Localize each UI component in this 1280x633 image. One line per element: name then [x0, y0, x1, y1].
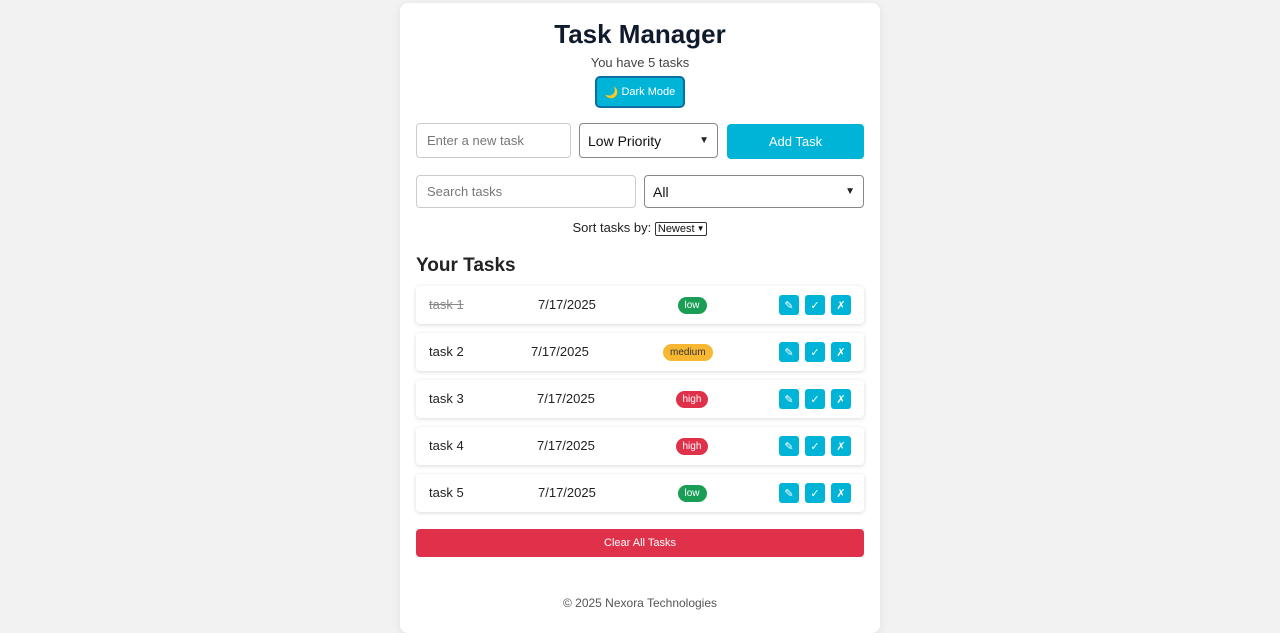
edit-button[interactable]: ✎: [779, 436, 799, 456]
status-filter-select[interactable]: All ▼: [644, 175, 864, 208]
complete-button[interactable]: ✓: [805, 342, 825, 362]
sort-label: Sort tasks by:: [572, 220, 652, 235]
add-task-button[interactable]: Add Task: [727, 124, 864, 159]
clear-all-button[interactable]: Clear All Tasks: [416, 529, 864, 557]
complete-button[interactable]: ✓: [805, 483, 825, 503]
task-actions: ✎ ✓ ✗: [779, 436, 851, 456]
moon-icon: 🌙: [604, 86, 619, 99]
delete-button[interactable]: ✗: [831, 436, 851, 456]
task-name: task 4: [429, 438, 464, 453]
sort-select-value: Newest: [657, 222, 695, 235]
delete-button[interactable]: ✗: [831, 483, 851, 503]
delete-button[interactable]: ✗: [831, 389, 851, 409]
edit-button[interactable]: ✎: [779, 389, 799, 409]
task-name: task 1: [429, 297, 464, 312]
task-row: task 1 7/17/2025 low ✎ ✓ ✗: [416, 286, 864, 324]
dark-mode-label: Dark Mode: [621, 86, 676, 98]
complete-button[interactable]: ✓: [805, 436, 825, 456]
task-row: task 5 7/17/2025 low ✎ ✓ ✗: [416, 474, 864, 512]
chevron-down-icon: ▼: [696, 224, 705, 234]
task-count: You have 5 tasks: [590, 55, 690, 70]
task-date: 7/17/2025: [538, 297, 596, 312]
priority-badge: high: [675, 391, 709, 408]
priority-select-value: Low Priority: [588, 132, 662, 149]
complete-button[interactable]: ✓: [805, 295, 825, 315]
task-row: task 3 7/17/2025 high ✎ ✓ ✗: [416, 380, 864, 418]
priority-badge: low: [677, 485, 707, 502]
search-input[interactable]: [416, 175, 636, 208]
task-date: 7/17/2025: [531, 344, 589, 359]
priority-badge: medium: [663, 344, 713, 361]
tasks-section-title: Your Tasks: [416, 255, 516, 276]
task-name: task 2: [429, 344, 464, 359]
chevron-down-icon: ▼: [699, 135, 709, 146]
priority-badge: high: [675, 438, 709, 455]
sort-row: Sort tasks by: Newest ▼: [400, 220, 880, 236]
task-row: task 4 7/17/2025 high ✎ ✓ ✗: [416, 427, 864, 465]
new-task-input[interactable]: [416, 123, 571, 158]
task-date: 7/17/2025: [537, 438, 595, 453]
priority-badge: low: [677, 297, 707, 314]
task-name: task 5: [429, 485, 464, 500]
status-filter-value: All: [653, 183, 669, 200]
task-manager-card: Task Manager You have 5 tasks 🌙 Dark Mod…: [400, 3, 880, 633]
task-actions: ✎ ✓ ✗: [779, 342, 851, 362]
footer: © 2025 Nexora Technologies: [562, 596, 718, 610]
task-actions: ✎ ✓ ✗: [779, 389, 851, 409]
task-date: 7/17/2025: [538, 485, 596, 500]
chevron-down-icon: ▼: [845, 186, 855, 197]
task-date: 7/17/2025: [537, 391, 595, 406]
page-title: Task Manager: [554, 19, 726, 49]
task-actions: ✎ ✓ ✗: [779, 483, 851, 503]
dark-mode-button[interactable]: 🌙 Dark Mode: [595, 76, 685, 108]
sort-select[interactable]: Newest ▼: [654, 221, 708, 236]
task-actions: ✎ ✓ ✗: [779, 295, 851, 315]
task-name: task 3: [429, 391, 464, 406]
task-row: task 2 7/17/2025 medium ✎ ✓ ✗: [416, 333, 864, 371]
delete-button[interactable]: ✗: [831, 295, 851, 315]
edit-button[interactable]: ✎: [779, 295, 799, 315]
delete-button[interactable]: ✗: [831, 342, 851, 362]
edit-button[interactable]: ✎: [779, 483, 799, 503]
complete-button[interactable]: ✓: [805, 389, 825, 409]
priority-select[interactable]: Low Priority ▼: [579, 123, 718, 158]
edit-button[interactable]: ✎: [779, 342, 799, 362]
